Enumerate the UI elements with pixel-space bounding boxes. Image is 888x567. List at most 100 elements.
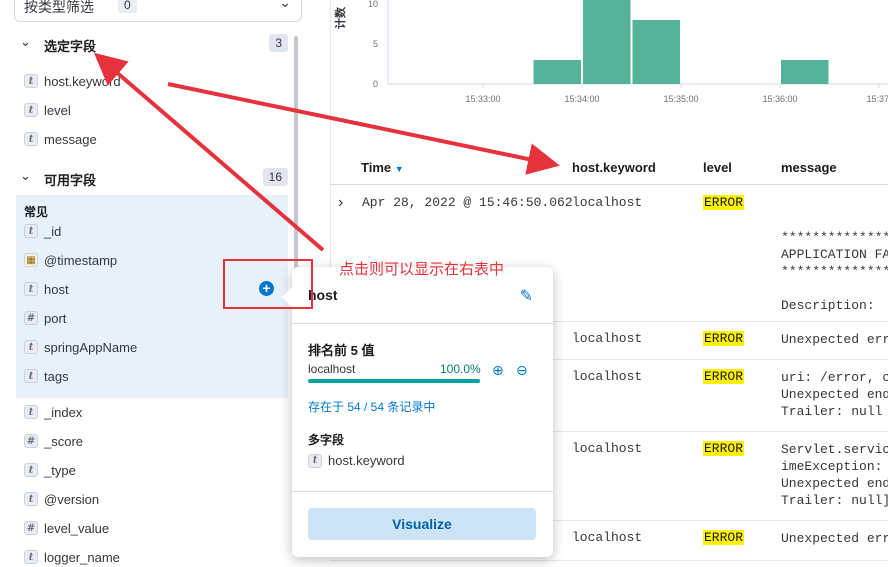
- header-host-keyword[interactable]: host.keyword: [572, 160, 656, 175]
- field-item[interactable]: t host.keyword: [24, 71, 121, 91]
- x-tick-label: 15:35:00: [663, 94, 698, 104]
- level-cell: ERROR: [703, 195, 745, 210]
- divider: [292, 491, 553, 492]
- type-filter-dropdown[interactable]: 按类型筛选 0 ⌄: [14, 0, 302, 22]
- host-cell: localhost: [572, 195, 643, 210]
- multi-field-item: t host.keyword: [308, 453, 405, 468]
- field-item[interactable]: # _score: [24, 431, 83, 451]
- available-fields-count: 16: [262, 168, 288, 186]
- annotation-text: 点击则可以显示在右表中: [339, 261, 505, 278]
- x-tick-label: 15:34:00: [564, 94, 599, 104]
- y-tick-label: 0: [373, 79, 378, 89]
- header-level[interactable]: level: [703, 160, 732, 175]
- field-details-popover: host ✎ 排名前 5 值 localhost 100.0% ⊕ ⊖ 存在于 …: [282, 267, 553, 557]
- host-cell: localhost: [572, 331, 643, 346]
- level-highlight: ERROR: [703, 369, 745, 384]
- visualize-button[interactable]: Visualize: [308, 508, 536, 540]
- field-item[interactable]: t logger_name: [24, 547, 120, 567]
- level-cell: ERROR: [703, 530, 745, 545]
- field-name: springAppName: [44, 339, 138, 355]
- level-highlight: ERROR: [703, 331, 745, 346]
- y-axis-label: 计数: [333, 6, 347, 29]
- histogram-bar: [781, 60, 829, 84]
- string-type-icon: t: [24, 103, 38, 117]
- expand-row-icon[interactable]: ›: [338, 194, 343, 212]
- table-header: Time ▼ host.keyword level message: [330, 150, 888, 185]
- field-item[interactable]: t host: [24, 279, 69, 299]
- top-value-label: localhost: [308, 362, 356, 376]
- header-time[interactable]: Time ▼: [361, 160, 404, 175]
- message-cell: Servlet.service imeException: I Unexpect…: [781, 442, 888, 508]
- host-cell: localhost: [572, 441, 643, 456]
- x-tick-label: 15:33:00: [465, 94, 500, 104]
- field-name: _index: [44, 404, 83, 420]
- number-type-icon: #: [24, 521, 38, 535]
- field-item[interactable]: # level_value: [24, 518, 109, 538]
- filter-for-value-icon[interactable]: ⊕: [492, 362, 504, 379]
- pencil-icon[interactable]: ✎: [520, 286, 533, 306]
- time-cell: Apr 28, 2022 @ 15:46:50.062: [362, 195, 573, 210]
- filter-out-value-icon[interactable]: ⊖: [516, 362, 528, 379]
- field-item[interactable]: t level: [24, 100, 71, 120]
- message-cell: ***************** APPLICATION FAI ******…: [781, 230, 888, 313]
- selected-fields-count: 3: [269, 34, 288, 52]
- field-name: _id: [44, 223, 62, 239]
- multi-field-name: host.keyword: [328, 453, 405, 468]
- y-tick-label: 10: [368, 0, 378, 9]
- string-type-icon: t: [24, 74, 38, 88]
- field-name: logger_name: [44, 549, 120, 565]
- chevron-down-icon: ⌄: [20, 34, 31, 49]
- field-name: port: [44, 310, 67, 326]
- number-type-icon: #: [24, 311, 38, 325]
- field-item[interactable]: t _type: [24, 460, 76, 480]
- string-type-icon: t: [308, 453, 322, 468]
- header-message[interactable]: message: [781, 160, 837, 175]
- string-type-icon: t: [24, 405, 38, 419]
- field-item[interactable]: t tags: [24, 366, 69, 386]
- string-type-icon: t: [24, 550, 38, 564]
- top-values-title: 排名前 5 值: [308, 343, 375, 358]
- annotation-highlight-box: [223, 259, 313, 309]
- string-type-icon: t: [24, 224, 38, 238]
- string-type-icon: t: [24, 340, 38, 354]
- field-item[interactable]: t message: [24, 129, 97, 149]
- top-value-percent: 100.0%: [440, 362, 481, 376]
- field-item[interactable]: t @version: [24, 489, 99, 509]
- y-tick-label: 5: [373, 39, 378, 49]
- histogram-bar: [533, 60, 581, 84]
- message-cell: Unexpected error: [781, 332, 888, 347]
- level-highlight: ERROR: [703, 441, 745, 456]
- divider: [292, 323, 553, 324]
- top-value-progress-track: [308, 379, 480, 383]
- field-item[interactable]: t _id: [24, 221, 61, 241]
- string-type-icon: t: [24, 463, 38, 477]
- number-type-icon: #: [24, 434, 38, 448]
- field-item[interactable]: ▦ @timestamp: [24, 250, 117, 270]
- field-name: host: [44, 281, 69, 297]
- exists-in-records-text: 存在于 54 / 54 条记录中: [308, 400, 436, 414]
- field-item[interactable]: t springAppName: [24, 337, 137, 357]
- string-type-icon: t: [24, 282, 38, 296]
- field-item[interactable]: t _index: [24, 402, 82, 422]
- field-name: @version: [44, 491, 100, 507]
- field-name: level_value: [44, 520, 110, 536]
- histogram-chart: 10 5 0 计数 15:33:00 15:34:00 15:35:00 15:36:00 15…: [333, 0, 888, 104]
- available-fields-title: 可用字段: [44, 173, 97, 188]
- string-type-icon: t: [24, 492, 38, 506]
- available-fields-header[interactable]: ⌄ 可用字段 16: [20, 167, 288, 191]
- field-name: message: [44, 131, 97, 147]
- selected-fields-title: 选定字段: [44, 39, 97, 54]
- field-name: @timestamp: [44, 252, 118, 268]
- x-tick-label: 15:37:: [866, 94, 888, 104]
- message-cell: uri: /error, co Unexpected end Trailer: …: [781, 370, 888, 419]
- calendar-type-icon: ▦: [24, 253, 38, 267]
- histogram-bar: [632, 20, 680, 84]
- field-name: _score: [44, 433, 84, 449]
- string-type-icon: t: [24, 132, 38, 146]
- selected-fields-header[interactable]: ⌄ 选定字段 3: [20, 33, 288, 57]
- histogram-bar: [583, 0, 631, 84]
- field-item[interactable]: # port: [24, 308, 66, 328]
- level-highlight: ERROR: [703, 530, 745, 545]
- message-cell: Unexpected error: [781, 531, 888, 546]
- common-fields-title: 常见: [24, 205, 49, 219]
